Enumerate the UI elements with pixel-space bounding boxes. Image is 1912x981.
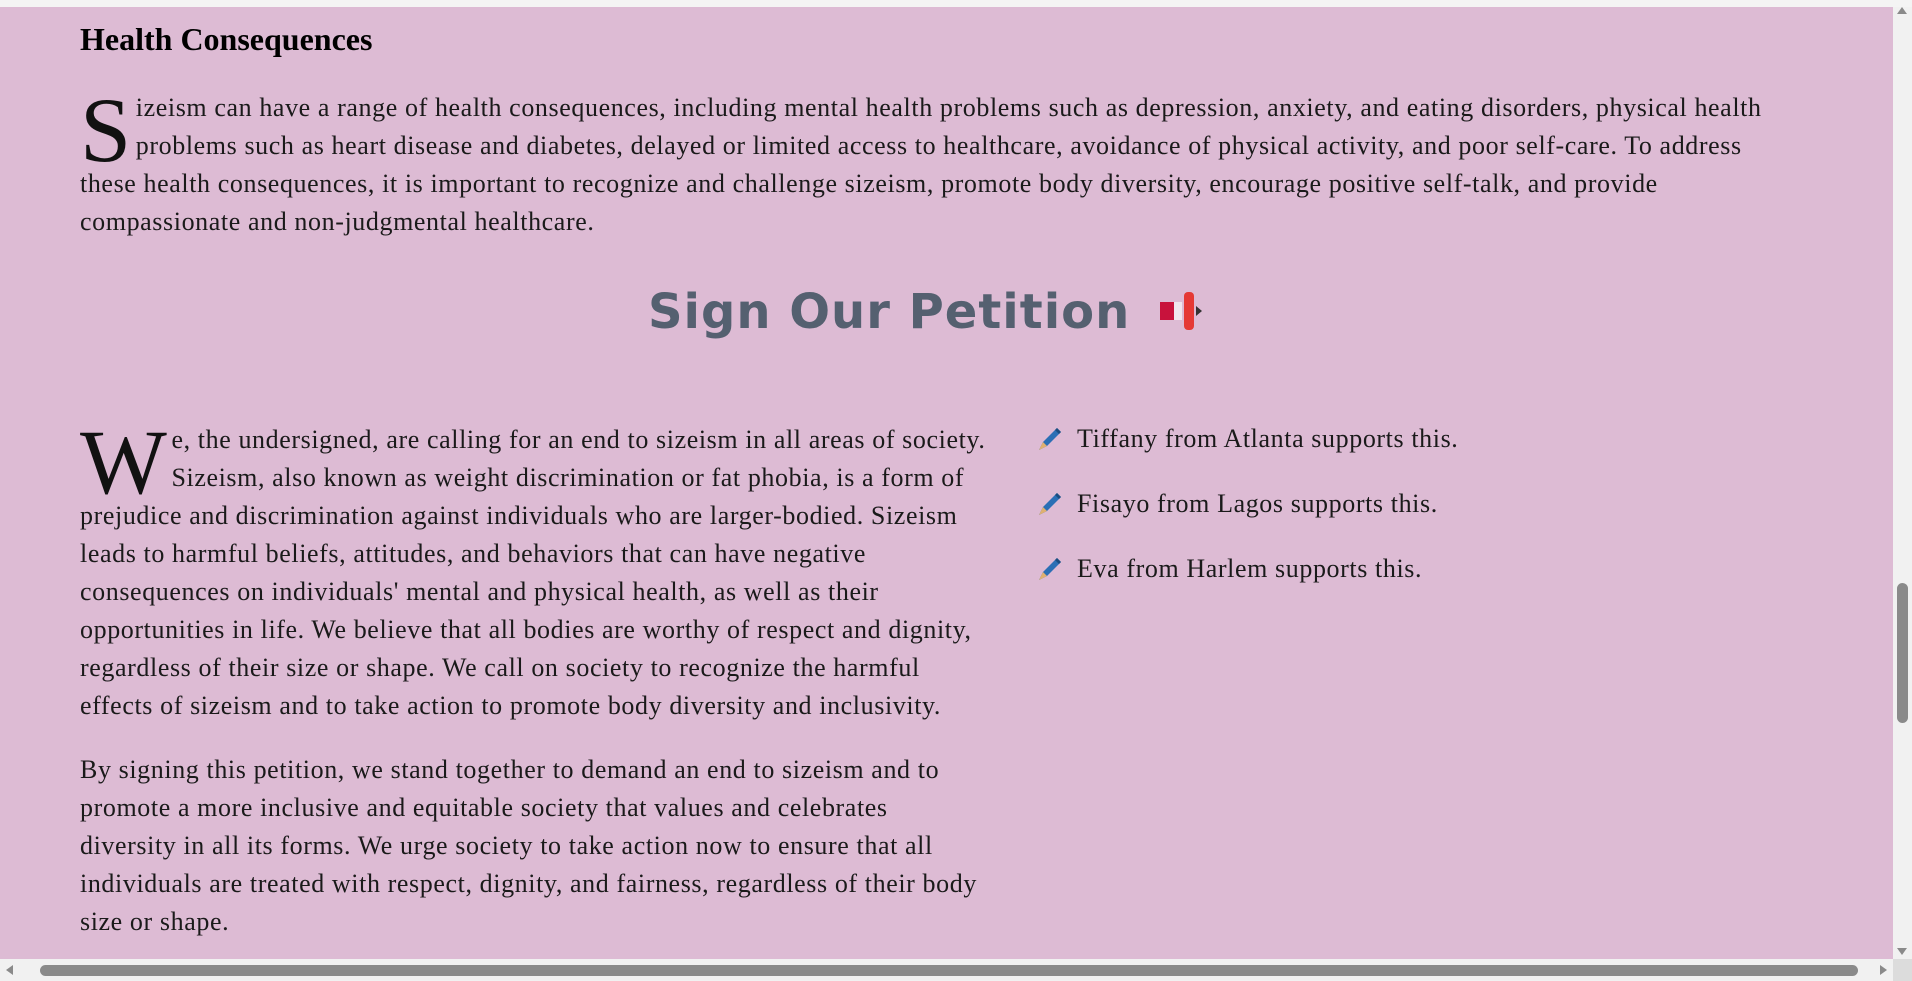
petition-title-text: Sign Our Petition (647, 284, 1131, 340)
supporter-text: Tiffany from Atlanta supports this. (1077, 424, 1459, 453)
pen-icon (1035, 554, 1065, 584)
health-consequences-section: Sizeism can have a range of health conse… (80, 79, 1780, 241)
supporter-item: Tiffany from Atlanta supports this. (1035, 420, 1735, 458)
page-viewport: Health Consequences Sizeism can have a r… (0, 7, 1893, 959)
health-consequences-text: izeism can have a range of health conseq… (80, 93, 1762, 236)
scroll-up-arrow-icon[interactable] (1897, 7, 1907, 14)
petition-flag-icon (1158, 288, 1212, 334)
supporter-item: Eva from Harlem supports this. (1035, 550, 1735, 588)
health-dropcap: S (80, 79, 132, 181)
pen-icon (1035, 489, 1065, 519)
supporter-text: Eva from Harlem supports this. (1077, 554, 1423, 583)
scrollbar-corner (1893, 959, 1912, 981)
petition-title: Sign Our Petition (80, 284, 1780, 340)
petition-paragraph-2: By signing this petition, we stand toget… (80, 755, 977, 936)
scroll-right-arrow-icon[interactable] (1880, 965, 1887, 975)
health-consequences-paragraph: Sizeism can have a range of health conse… (80, 79, 1780, 241)
scroll-left-arrow-icon[interactable] (6, 965, 13, 975)
health-consequences-heading: Health Consequences (80, 21, 373, 57)
petition-statement: We, the undersigned, are calling for an … (80, 411, 990, 959)
horizontal-scroll-thumb[interactable] (40, 965, 1858, 976)
supporter-text: Fisayo from Lagos supports this. (1077, 489, 1438, 518)
horizontal-scrollbar[interactable] (0, 959, 1893, 981)
pen-icon (1035, 424, 1065, 454)
vertical-scroll-thumb[interactable] (1897, 583, 1908, 723)
supporter-item: Fisayo from Lagos supports this. (1035, 485, 1735, 523)
petition-paragraph-1: We, the undersigned, are calling for an … (80, 411, 990, 725)
petition-dropcap: W (80, 411, 168, 513)
vertical-scrollbar[interactable] (1893, 7, 1912, 959)
petition-paragraph-1-text: e, the undersigned, are calling for an e… (80, 425, 986, 720)
supporters-list: Tiffany from Atlanta supports this. Fisa… (1035, 420, 1735, 615)
scroll-down-arrow-icon[interactable] (1897, 948, 1907, 955)
